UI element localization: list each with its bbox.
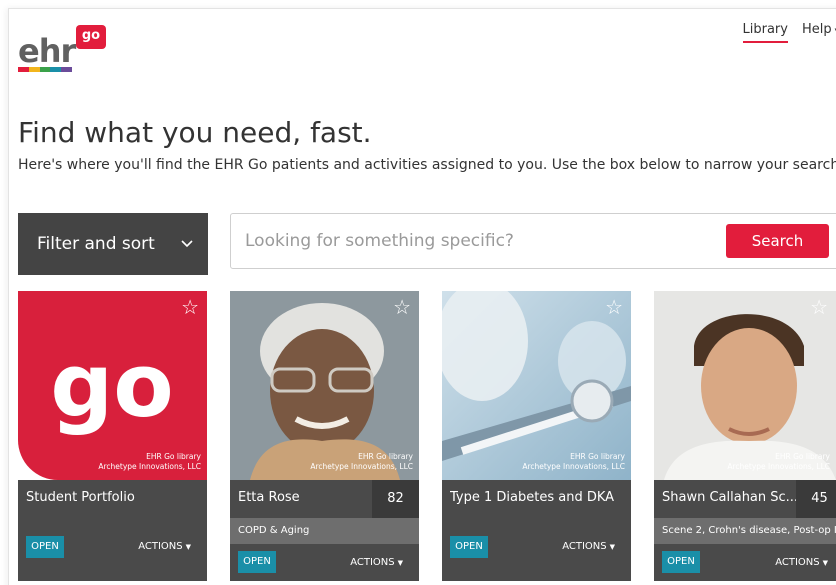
open-button[interactable]: OPEN: [450, 536, 488, 558]
chevron-down-icon: ▼: [609, 543, 615, 551]
favorite-star-icon[interactable]: ☆: [810, 297, 828, 317]
actions-dropdown[interactable]: ACTIONS ▼: [562, 541, 615, 552]
actions-label: ACTIONS: [775, 557, 820, 568]
open-button[interactable]: OPEN: [662, 551, 700, 573]
open-button[interactable]: OPEN: [26, 536, 64, 558]
logo-text: ehr: [18, 32, 76, 70]
card-title: Type 1 Diabetes and DKA: [450, 490, 615, 505]
filter-sort-button[interactable]: Filter and sort: [18, 213, 208, 275]
search-box: Search: [230, 213, 836, 269]
actions-label: ACTIONS: [350, 557, 395, 568]
chevron-down-icon: ▼: [397, 559, 403, 567]
nav-help-label: Help: [801, 22, 832, 37]
card-image[interactable]: ☆ EHR Go library Archetype Innovations, L…: [442, 291, 631, 480]
favorite-star-icon[interactable]: ☆: [605, 297, 623, 317]
top-nav: Library Help▼: [742, 22, 836, 43]
chevron-down-icon: [181, 240, 193, 248]
card-count-badge: 82: [372, 480, 419, 518]
image-credit: EHR Go library Archetype Innovations, LLC: [98, 452, 201, 471]
favorite-star-icon[interactable]: ☆: [393, 297, 411, 317]
card-actions: OPEN ACTIONS ▼: [18, 517, 207, 581]
card-actions: OPEN ACTIONS ▼: [230, 544, 419, 581]
card-title-row: Etta Rose 82: [230, 480, 419, 518]
card-image[interactable]: go ☆ EHR Go library Archetype Innovations…: [18, 291, 207, 480]
card-image[interactable]: ☆ EHR Go library Archetype Innovations, L…: [230, 291, 419, 480]
card-title: Student Portfolio: [26, 490, 135, 505]
search-input[interactable]: [245, 214, 715, 268]
card-subtitle: COPD & Aging: [230, 518, 419, 544]
card-count-badge: 45: [796, 480, 836, 518]
actions-dropdown[interactable]: ACTIONS ▼: [138, 541, 191, 552]
filter-sort-label: Filter and sort: [37, 234, 155, 254]
chevron-down-icon: ▼: [185, 543, 191, 551]
card-actions: OPEN ACTIONS ▼: [654, 544, 836, 581]
chevron-down-icon: ▼: [822, 559, 828, 567]
card-etta-rose[interactable]: ☆ EHR Go library Archetype Innovations, L…: [230, 291, 419, 581]
card-student-portfolio[interactable]: go ☆ EHR Go library Archetype Innovations…: [18, 291, 207, 581]
actions-label: ACTIONS: [562, 541, 607, 552]
image-credit: EHR Go library Archetype Innovations, LLC: [727, 452, 830, 471]
actions-dropdown[interactable]: ACTIONS ▼: [775, 557, 828, 568]
open-button[interactable]: OPEN: [238, 551, 276, 573]
card-type1-diabetes[interactable]: ☆ EHR Go library Archetype Innovations, L…: [442, 291, 631, 581]
nav-help[interactable]: Help▼: [802, 22, 836, 43]
card-image[interactable]: ☆ EHR Go library Archetype Innovations, L…: [654, 291, 836, 480]
search-button[interactable]: Search: [726, 224, 829, 258]
svg-text:go: go: [50, 334, 173, 437]
favorite-star-icon[interactable]: ☆: [181, 297, 199, 317]
card-title-row: Student Portfolio: [18, 480, 207, 518]
card-shawn-callahan[interactable]: ☆ EHR Go library Archetype Innovations, L…: [654, 291, 836, 581]
page-title: Find what you need, fast.: [18, 116, 372, 149]
card-actions: OPEN ACTIONS ▼: [442, 517, 631, 581]
logo-color-stripe: [18, 67, 72, 72]
card-title: Etta Rose: [238, 490, 300, 505]
nav-library[interactable]: Library: [742, 22, 788, 43]
card-title-row: Type 1 Diabetes and DKA: [442, 480, 631, 518]
card-title: Shawn Callahan Sc...: [662, 490, 799, 505]
image-credit: EHR Go library Archetype Innovations, LLC: [310, 452, 413, 471]
actions-label: ACTIONS: [138, 541, 183, 552]
logo-badge: go: [76, 25, 106, 49]
ehr-go-logo[interactable]: ehr go: [18, 25, 108, 75]
image-credit: EHR Go library Archetype Innovations, LLC: [522, 452, 625, 471]
card-title-row: Shawn Callahan Sc... 45: [654, 480, 836, 518]
card-subtitle: Scene 2, Crohn's disease, Post-op I...: [654, 518, 836, 544]
page-subtitle: Here's where you'll find the EHR Go pati…: [18, 157, 836, 173]
actions-dropdown[interactable]: ACTIONS ▼: [350, 557, 403, 568]
